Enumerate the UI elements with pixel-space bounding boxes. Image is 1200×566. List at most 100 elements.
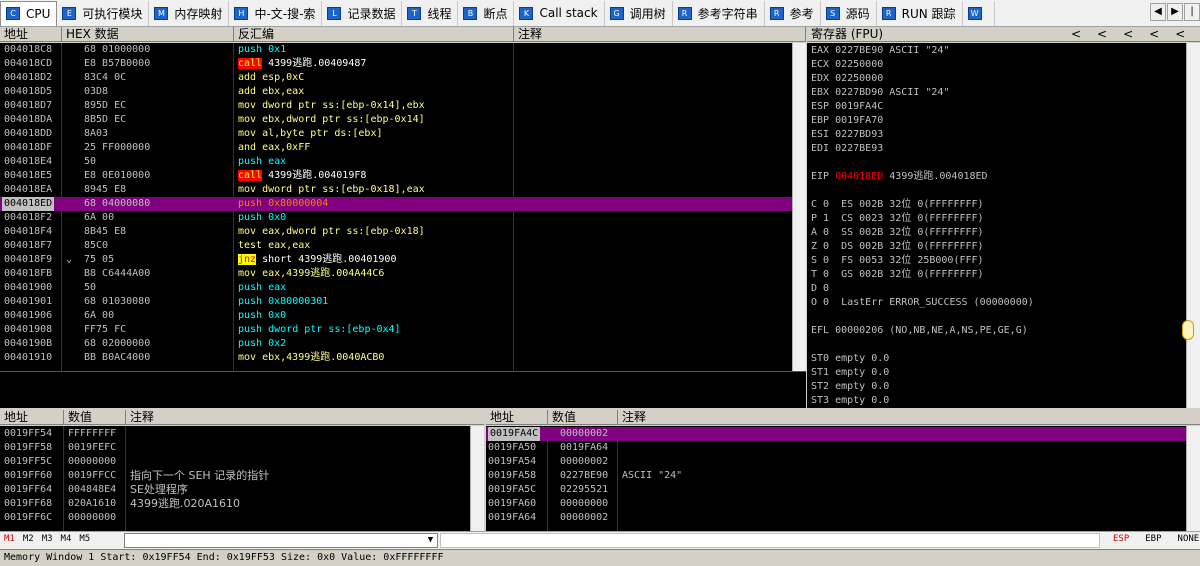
stack-row[interactable]: 0019FA60 00000000 (486, 497, 1186, 511)
memory-window-button-5[interactable]: M5 (79, 534, 90, 544)
stack-header-value[interactable]: 数值 (548, 410, 618, 425)
tab-2[interactable]: M 内存映射 (149, 0, 230, 26)
disasm-row[interactable]: 004018D5 03D8 add ebx,eax (0, 85, 792, 99)
disasm-header-hex[interactable]: HEX 数据 (62, 27, 234, 42)
command-dropdown-button[interactable]: ▼ (424, 534, 437, 547)
register-line[interactable]: ST0 empty 0.0 (811, 352, 889, 366)
register-line[interactable]: P 1 CS 0023 32位 0(FFFFFFFF) (811, 212, 984, 226)
disasm-row[interactable]: 004018EA 8945 E8 mov dword ptr ss:[ebp-0x1… (0, 183, 792, 197)
disasm-row[interactable]: 004018DA 8B5D EC mov ebx,dword ptr ss:[ebp… (0, 113, 792, 127)
disasm-row[interactable]: 004018E5 E8 0E010000 call 4399逃跑.004019F8 (0, 169, 792, 183)
memory-window-button-4[interactable]: M4 (61, 534, 72, 544)
dump-header-comment[interactable]: 注释 (126, 410, 484, 425)
register-line[interactable]: ST1 empty 0.0 (811, 366, 889, 380)
disasm-row[interactable]: 00401908 FF75 FC push dword ptr ss:[ebp-0x… (0, 323, 792, 337)
disasm-scrollbar[interactable] (792, 43, 806, 371)
disasm-header-addr[interactable]: 地址 (0, 27, 62, 42)
disasm-row[interactable]: 00401900 50 push eax (0, 281, 792, 295)
stack-pane[interactable]: 0019FA4C 00000002 0019FA50 0019FA64 0019FA54… (486, 426, 1186, 531)
tab-10[interactable]: R 参考 (765, 0, 821, 26)
disasm-row[interactable]: 004018F2 6A 00 push 0x0 (0, 211, 792, 225)
tab-scroll-right-button[interactable]: ▶ (1167, 3, 1183, 21)
dump-row[interactable]: 0019FF54 FFFFFFFF (0, 427, 470, 441)
tab-6[interactable]: B 断点 (458, 0, 515, 26)
follow-ebp-button[interactable]: EBP (1145, 534, 1161, 544)
dump-row[interactable]: 0019FF68 020A1610 4399逃跑.020A1610 (0, 497, 470, 511)
register-line[interactable]: ST2 empty 0.0 (811, 380, 889, 394)
stack-row[interactable]: 0019FA50 0019FA64 (486, 441, 1186, 455)
stack-header-addr[interactable]: 地址 (486, 410, 548, 425)
register-line[interactable]: O 0 LastErr ERROR_SUCCESS (00000000) (811, 296, 1034, 310)
dump-header-value[interactable]: 数值 (64, 410, 126, 425)
disasm-row[interactable]: 004018DF 25 FF000000 and eax,0xFF (0, 141, 792, 155)
disasm-row[interactable]: 004018ED 68 04000080 push 0x80000004 (0, 197, 792, 211)
register-line[interactable]: D 0 (811, 282, 829, 296)
stack-row[interactable]: 0019FA54 00000002 (486, 455, 1186, 469)
register-line[interactable]: EAX 0227BE90 ASCII "24" (811, 44, 949, 58)
dump-pane[interactable]: 0019FF54 FFFFFFFF 0019FF58 0019FEFC 0019FF5C… (0, 426, 470, 531)
disasm-row[interactable]: 004018C8 68 01000000 push 0x1 (0, 43, 792, 57)
register-line[interactable]: ST3 empty 0.0 (811, 394, 889, 408)
follow-esp-button[interactable]: ESP (1113, 534, 1129, 544)
dump-row[interactable]: 0019FF58 0019FEFC (0, 441, 470, 455)
disasm-row[interactable]: 004018CD E8 B57B0000 call 4399逃跑.00409487 (0, 57, 792, 71)
tab-5[interactable]: T 线程 (402, 0, 459, 26)
memory-window-button-3[interactable]: M3 (42, 534, 53, 544)
disasm-row[interactable]: 004018DD 8A03 mov al,byte ptr ds:[ebx] (0, 127, 792, 141)
dump-row[interactable]: 0019FF6C 00000000 (0, 511, 470, 525)
tab-3[interactable]: H 中-文-搜-索 (229, 0, 323, 26)
stack-row[interactable]: 0019FA64 00000002 (486, 511, 1186, 525)
register-line[interactable]: T 0 GS 002B 32位 0(FFFFFFFF) (811, 268, 984, 282)
tab-4[interactable]: L 记录数据 (322, 0, 403, 26)
tab-1[interactable]: E 可执行模块 (57, 0, 150, 26)
memory-window-button-2[interactable]: M2 (23, 534, 34, 544)
tab-scroll-left-button[interactable]: ◀ (1150, 3, 1166, 21)
disasm-row[interactable]: 00401901 68 01030080 push 0x80000301 (0, 295, 792, 309)
register-line[interactable]: A 0 SS 002B 32位 0(FFFFFFFF) (811, 226, 984, 240)
dump-row[interactable]: 0019FF64 004848E4 SE处理程序 (0, 483, 470, 497)
dump-row[interactable]: 0019FF60 0019FFCC 指向下一个 SEH 记录的指针 (0, 469, 470, 483)
disasm-row[interactable]: 004018D2 83C4 0C add esp,0xC (0, 71, 792, 85)
stack-row[interactable]: 0019FA58 0227BE90 ASCII "24" (486, 469, 1186, 483)
register-line[interactable]: ESI 0227BD93 (811, 128, 883, 142)
tab-close-button[interactable]: | (1184, 3, 1200, 21)
tab-12[interactable]: R RUN 跟踪 (877, 0, 963, 26)
register-line[interactable]: ESP 0019FA4C (811, 100, 883, 114)
stack-row[interactable]: 0019FA4C 00000002 (486, 427, 1186, 441)
stack-row[interactable]: 0019FA5C 02295521 (486, 483, 1186, 497)
tab-13[interactable]: W (963, 0, 995, 26)
registers-pane[interactable]: EAX 0227BE90 ASCII "24" ECX 02250000 EDX 0… (807, 43, 1186, 408)
register-line[interactable]: EDI 0227BE93 (811, 142, 883, 156)
disasm-header-comment[interactable]: 注释 (514, 27, 806, 42)
command-input-ext[interactable] (440, 533, 1100, 548)
register-line[interactable]: S 0 FS 0053 32位 25B000(FFF) (811, 254, 984, 268)
disasm-row[interactable]: 0040190B 68 02000000 push 0x2 (0, 337, 792, 351)
tab-8[interactable]: G 调用树 (605, 0, 673, 26)
memory-window-button-1[interactable]: M1 (4, 534, 15, 544)
dump-header-addr[interactable]: 地址 (0, 410, 64, 425)
register-eip[interactable]: EIP 004018ED 4399逃跑.004018ED (811, 170, 988, 184)
disasm-row[interactable]: 004018F7 85C0 test eax,eax (0, 239, 792, 253)
disasm-row[interactable]: 00401906 6A 00 push 0x0 (0, 309, 792, 323)
tab-9[interactable]: R 参考字符串 (673, 0, 765, 26)
disasm-row[interactable]: 004018FB B8 C6444A00 mov eax,4399逃跑.004A44… (0, 267, 792, 281)
tab-7[interactable]: K Call stack (514, 0, 605, 26)
tab-0[interactable]: C CPU (0, 0, 58, 26)
register-line[interactable]: EBX 0227BD90 ASCII "24" (811, 86, 949, 100)
disassembly-pane[interactable]: 004018C8 68 01000000 push 0x1 004018CD E8 B5… (0, 43, 792, 371)
disasm-row[interactable]: 004018D7 895D EC mov dword ptr ss:[ebp-0x1… (0, 99, 792, 113)
register-line[interactable]: ECX 02250000 (811, 58, 883, 72)
dump-scrollbar[interactable] (470, 426, 484, 531)
disasm-header-asm[interactable]: 反汇编 (234, 27, 514, 42)
stack-scrollbar[interactable] (1186, 426, 1200, 531)
registers-nav[interactable]: <<<<< (1067, 27, 1200, 42)
register-line[interactable]: Z 0 DS 002B 32位 0(FFFFFFFF) (811, 240, 984, 254)
disasm-row[interactable]: 004018E4 50 push eax (0, 155, 792, 169)
disasm-row[interactable]: 004018F9 ⌄ 75 05 jnz short 4399逃跑.00401900 (0, 253, 792, 267)
disasm-row[interactable]: 00401910 BB B0AC4000 mov ebx,4399逃跑.0040AC… (0, 351, 792, 365)
tab-11[interactable]: S 源码 (821, 0, 877, 26)
dump-row[interactable]: 0019FF5C 00000000 (0, 455, 470, 469)
follow-none-button[interactable]: NONE (1178, 534, 1200, 544)
register-line[interactable]: EFL 00000206 (NO,NB,NE,A,NS,PE,GE,G) (811, 324, 1028, 338)
register-line[interactable]: C 0 ES 002B 32位 0(FFFFFFFF) (811, 198, 984, 212)
